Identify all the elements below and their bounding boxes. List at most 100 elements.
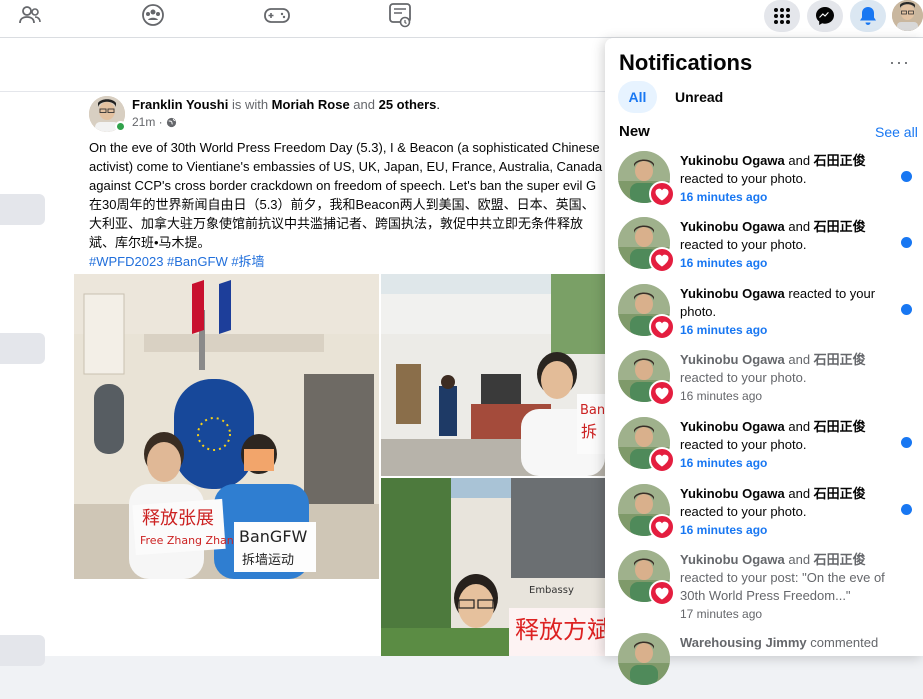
unread-indicator-dot	[901, 504, 912, 515]
notification-actor: Yukinobu Ogawa	[680, 352, 785, 367]
feeds-icon[interactable]	[380, 0, 420, 30]
top-navigation-bar	[0, 0, 923, 38]
post-line: activist) come to Vientiane's embassies …	[89, 159, 610, 174]
post-line: On the eve of 30th World Press Freedom D…	[89, 140, 600, 155]
section-new-heading: New	[619, 123, 650, 140]
post-line: 在30周年的世界新闻自由日（5.3）前夕，我和Beacon两人到美国、欧盟、日本…	[89, 197, 595, 212]
notification-text: Yukinobu Ogawa and 石田正俊 reacted to your p…	[680, 152, 895, 206]
notification-actor: Yukinobu Ogawa	[680, 153, 785, 168]
notification-item[interactable]: Yukinobu Ogawa and 石田正俊 reacted to your p…	[605, 350, 923, 416]
notification-item[interactable]: Yukinobu Ogawa and 石田正俊 reacted to your p…	[605, 550, 923, 621]
unread-indicator-dot	[901, 237, 912, 248]
notification-joiner: and	[784, 352, 814, 367]
notification-text: Yukinobu Ogawa and 石田正俊 reacted to your p…	[680, 218, 895, 272]
post-photo-eu-embassy[interactable]: 释放张展 Free Zhang Zhan BanGFW 拆墙运动	[74, 274, 379, 579]
see-all-link[interactable]: See all	[875, 124, 918, 140]
groups-icon[interactable]	[133, 0, 173, 30]
sign-free-zhang-zhan-sub: Free Zhang Zhan	[140, 534, 234, 547]
notification-actor: Yukinobu Ogawa	[680, 486, 785, 501]
notification-action: reacted to your photo.	[680, 171, 807, 186]
others-link[interactable]: 25 others	[379, 97, 437, 112]
notification-time: 16 minutes ago	[680, 389, 763, 403]
sidebar-item[interactable]	[0, 333, 45, 364]
notification-joiner: and	[784, 219, 814, 234]
heart-reaction-icon	[649, 247, 675, 273]
notification-item[interactable]: Yukinobu Ogawa and 石田正俊 reacted to your p…	[605, 484, 923, 550]
post-photo-embassy-sign[interactable]: Embassy 释放方斌	[381, 478, 605, 656]
post-line: 斌、库尔班•马木提。	[89, 235, 211, 250]
notification-joiner: and	[784, 153, 814, 168]
notification-time: 17 minutes ago	[680, 607, 763, 621]
notification-item[interactable]: Yukinobu Ogawa and 石田正俊 reacted to your p…	[605, 417, 923, 483]
tagged-person[interactable]: Moriah Rose	[272, 97, 350, 112]
notification-action: reacted to your photo.	[680, 504, 807, 519]
notification-text: Yukinobu Ogawa and 石田正俊 reacted to your p…	[680, 351, 895, 405]
tab-unread[interactable]: Unread	[667, 81, 731, 113]
sidebar-item[interactable]	[0, 194, 45, 225]
post-header: Franklin Youshi is with Moriah Rose and …	[132, 97, 440, 112]
sidebar-item[interactable]	[0, 635, 45, 666]
notification-text: Yukinobu Ogawa and 石田正俊 reacted to your p…	[680, 485, 895, 539]
notification-actor: Yukinobu Ogawa	[680, 219, 785, 234]
notification-actor: Yukinobu Ogawa	[680, 286, 785, 301]
more-options-icon[interactable]: ···	[889, 52, 910, 73]
notification-action: reacted to your photo.	[680, 437, 807, 452]
with-text: is with	[228, 97, 272, 112]
notification-item[interactable]: Yukinobu Ogawa and 石田正俊 reacted to your p…	[605, 217, 923, 283]
heart-reaction-icon	[649, 447, 675, 473]
sign-ban-sub: 拆	[581, 422, 597, 441]
notification-text: Warehousing Jimmy commented	[680, 634, 895, 652]
messenger-icon[interactable]	[807, 0, 843, 32]
notification-time: 16 minutes ago	[680, 323, 768, 337]
post-hashtags[interactable]: #WPFD2023 #BanGFW #拆墙	[89, 252, 619, 271]
sign-free-fang-bin: 释放方斌	[515, 616, 605, 644]
account-avatar[interactable]	[892, 0, 923, 31]
notification-actor: 石田正俊	[813, 419, 866, 434]
gaming-icon[interactable]	[257, 0, 297, 30]
page-header-strip	[0, 38, 610, 92]
notification-actor: 石田正俊	[813, 153, 866, 168]
embassy-sign-label: Embassy	[529, 585, 574, 596]
tab-all[interactable]: All	[618, 81, 657, 113]
notifications-title: Notifications	[619, 50, 753, 75]
heart-reaction-icon	[649, 314, 675, 340]
menu-grid-icon[interactable]	[764, 0, 800, 32]
notification-actor: 石田正俊	[813, 486, 866, 501]
notification-time: 16 minutes ago	[680, 523, 768, 537]
globe-icon	[166, 117, 176, 127]
author-name[interactable]: Franklin Youshi	[132, 97, 228, 112]
heart-reaction-icon	[649, 514, 675, 540]
notification-joiner: and	[784, 552, 814, 567]
period: .	[436, 97, 441, 112]
notification-time: 16 minutes ago	[680, 256, 768, 270]
notification-actor: Yukinobu Ogawa	[680, 419, 785, 434]
notification-item[interactable]: Warehousing Jimmy commented	[605, 633, 923, 699]
and-text: and	[349, 97, 379, 112]
feed-post: Franklin Youshi is with Moriah Rose and …	[62, 92, 610, 656]
post-time-text: 21m ·	[132, 115, 163, 129]
sign-free-zhang-zhan: 释放张展	[142, 508, 214, 529]
left-sidebar	[0, 38, 62, 666]
online-status-dot	[115, 121, 126, 132]
unread-indicator-dot	[901, 304, 912, 315]
notifications-panel: Notifications ··· All Unread New See all…	[605, 38, 923, 685]
notification-action: reacted to your post: "On the eve of 30t…	[680, 570, 885, 603]
friends-icon[interactable]	[10, 0, 50, 30]
notification-action: reacted to your photo.	[680, 370, 807, 385]
notification-text: Yukinobu Ogawa and 石田正俊 reacted to your p…	[680, 418, 895, 472]
notification-actor: Warehousing Jimmy	[680, 635, 807, 650]
notifications-bell-icon[interactable]	[850, 0, 886, 32]
unread-indicator-dot	[901, 171, 912, 182]
post-photo-embassy-gate[interactable]: Ban 拆	[381, 274, 605, 476]
notification-action: reacted to your photo.	[680, 237, 807, 252]
notification-action: commented	[806, 635, 879, 650]
sign-ban-gfw: BanGFW	[239, 527, 308, 546]
notification-actor: Yukinobu Ogawa	[680, 552, 785, 567]
notification-item[interactable]: Yukinobu Ogawa reacted to your photo. 16 …	[605, 284, 923, 350]
heart-reaction-icon	[649, 380, 675, 406]
notification-time: 16 minutes ago	[680, 456, 768, 470]
post-timestamp[interactable]: 21m ·	[132, 115, 177, 129]
notification-actor: 石田正俊	[813, 352, 866, 367]
notification-item[interactable]: Yukinobu Ogawa and 石田正俊 reacted to your p…	[605, 151, 923, 217]
notification-time: 16 minutes ago	[680, 190, 768, 204]
